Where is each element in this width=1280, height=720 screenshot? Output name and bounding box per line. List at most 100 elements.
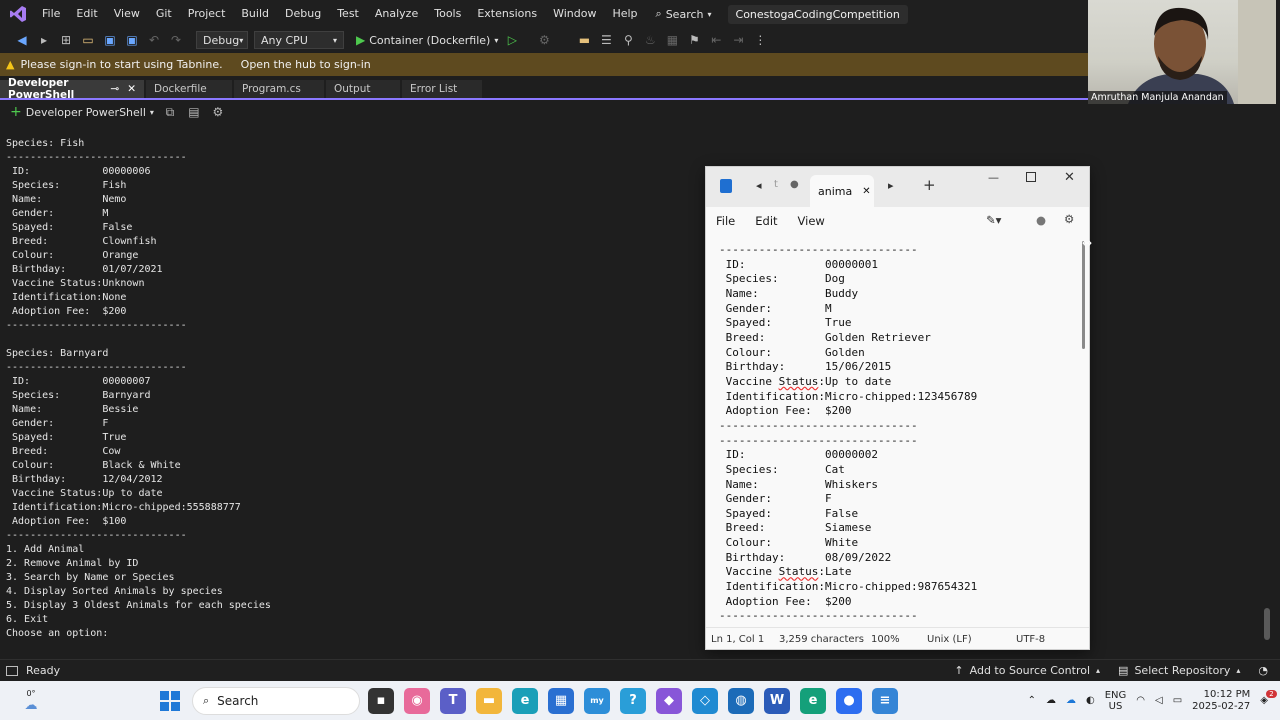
hot-reload-icon[interactable]: ♨	[642, 32, 658, 48]
terminal-scrollbar[interactable]	[1262, 124, 1272, 644]
save-icon[interactable]: ▣	[102, 32, 118, 48]
security-icon[interactable]: ◐	[1086, 695, 1095, 706]
mysql-icon[interactable]: my	[584, 687, 610, 714]
encoding[interactable]: UTF-8	[1016, 634, 1045, 645]
tab-developer-powershell[interactable]: Developer PowerShell ⊸ ✕	[0, 77, 144, 101]
notepad-menu-file[interactable]: File	[716, 214, 735, 228]
overflow-icon[interactable]: ⋮	[752, 32, 768, 48]
menu-analyze[interactable]: Analyze	[367, 0, 426, 28]
maximize-icon[interactable]	[1026, 172, 1036, 182]
back-icon[interactable]: ◀	[14, 32, 30, 48]
bookmark-icon[interactable]: ⚑	[686, 32, 702, 48]
platform-dropdown[interactable]: Any CPU ▾	[254, 31, 344, 49]
copilot-icon[interactable]: ◉	[404, 687, 430, 714]
vscode-icon[interactable]: ◇	[692, 687, 718, 714]
file-explorer-icon[interactable]: ▪	[368, 687, 394, 714]
save-all-icon[interactable]: ▣	[124, 32, 140, 48]
new-terminal-dropdown[interactable]: + Developer PowerShell ▾	[10, 104, 154, 120]
forward-icon[interactable]: ▸	[36, 32, 52, 48]
menu-project[interactable]: Project	[180, 0, 234, 28]
teams-icon[interactable]: T	[440, 687, 466, 714]
visual-studio-icon[interactable]: ◆	[656, 687, 682, 714]
attach-icon[interactable]: ⚙	[536, 32, 552, 48]
menu-tools[interactable]: Tools	[426, 0, 469, 28]
new-tab-icon[interactable]: +	[923, 176, 936, 194]
terminal-output[interactable]: Species: Fish ---------------------------…	[6, 137, 706, 647]
menu-extensions[interactable]: Extensions	[469, 0, 545, 28]
output-icon[interactable]	[6, 665, 18, 676]
notification-center[interactable]: ◈ 2	[1260, 690, 1277, 706]
add-to-source-control[interactable]: ↑ Add to Source Control ▴	[954, 664, 1100, 677]
bookmark-next-icon[interactable]: ⇥	[730, 32, 746, 48]
wifi-icon[interactable]: ◠	[1136, 695, 1145, 706]
edge-dev-icon[interactable]: e	[800, 687, 826, 714]
new-project-icon[interactable]: ⊞	[58, 32, 74, 48]
tab-output[interactable]: Output	[326, 80, 400, 98]
start-without-debugging-icon[interactable]: ▷	[504, 32, 520, 48]
run-button[interactable]: ▶ Container (Dockerfile) ▾	[356, 33, 498, 47]
select-repository[interactable]: ▤ Select Repository ▴	[1118, 664, 1240, 677]
weather-widget[interactable]: 0° ☁	[18, 689, 44, 713]
search-button[interactable]: ⌕ Search ▾	[656, 7, 712, 21]
folder-icon[interactable]: ▬	[576, 32, 592, 48]
copilot-rewrite-icon[interactable]: ✎▾	[986, 213, 1001, 227]
notepad-menu-view[interactable]: View	[798, 214, 825, 228]
notifications-icon[interactable]: ◔	[1258, 664, 1268, 677]
menu-help[interactable]: Help	[604, 0, 645, 28]
redo-icon[interactable]: ↷	[168, 32, 184, 48]
browser-icon[interactable]: ◍	[728, 687, 754, 714]
python-icon[interactable]: ?	[620, 687, 646, 714]
close-window-icon[interactable]: ✕	[1064, 170, 1075, 185]
tab-dockerfile[interactable]: Dockerfile	[146, 80, 232, 98]
menu-file[interactable]: File	[34, 0, 68, 28]
tab-program-cs[interactable]: Program.cs	[234, 80, 324, 98]
edge-icon[interactable]: e	[512, 687, 538, 714]
visual-studio-logo-icon[interactable]	[6, 2, 30, 26]
settings-icon[interactable]: ⚙	[210, 104, 226, 120]
scroll-tabs-right-icon[interactable]: ▸	[888, 179, 894, 192]
zoom-icon[interactable]: ●	[836, 687, 862, 714]
menu-debug[interactable]: Debug	[277, 0, 329, 28]
battery-icon[interactable]: ▭	[1173, 695, 1182, 706]
tray-overflow-icon[interactable]: ⌃	[1028, 695, 1036, 706]
notepad-editor[interactable]: ------------------------------ ID: 00000…	[719, 243, 1079, 617]
zoom-level[interactable]: 100%	[871, 634, 927, 645]
open-hub-link[interactable]: Open the hub to sign-in	[241, 58, 371, 71]
onedrive-icon[interactable]: ☁	[1046, 695, 1056, 706]
menu-git[interactable]: Git	[148, 0, 180, 28]
menu-window[interactable]: Window	[545, 0, 604, 28]
language-indicator[interactable]: ENG US	[1105, 690, 1127, 712]
clock[interactable]: 10:12 PM 2025-02-27	[1192, 689, 1250, 713]
close-icon[interactable]: ✕	[127, 83, 136, 95]
onedrive-business-icon[interactable]: ☁	[1066, 695, 1076, 706]
folder-icon[interactable]: ▬	[476, 687, 502, 714]
previous-tab[interactable]: t	[774, 179, 778, 190]
notepad-tab-active[interactable]: anima ✕	[810, 175, 874, 207]
minimize-icon[interactable]: —	[988, 171, 999, 184]
start-button[interactable]	[160, 690, 180, 711]
word-icon[interactable]: W	[764, 687, 790, 714]
menu-build[interactable]: Build	[233, 0, 277, 28]
tab-error-list[interactable]: Error List	[402, 80, 482, 98]
scrollbar-thumb[interactable]	[1082, 241, 1085, 349]
pin-icon[interactable]: ⊸	[110, 83, 119, 95]
menu-view[interactable]: View	[106, 0, 148, 28]
notepad-menu-edit[interactable]: Edit	[755, 214, 777, 228]
settings-icon[interactable]: ⚙	[1064, 212, 1074, 226]
notepad-scrollbar[interactable]	[1082, 239, 1086, 619]
scrollbar-thumb[interactable]	[1264, 608, 1270, 640]
configuration-dropdown[interactable]: Debug ▾	[196, 31, 248, 49]
menu-test[interactable]: Test	[329, 0, 367, 28]
copy-icon[interactable]: ⧉	[162, 104, 178, 120]
filter-icon[interactable]: ⚲	[620, 32, 636, 48]
line-ending[interactable]: Unix (LF)	[927, 634, 1016, 645]
scroll-tabs-left-icon[interactable]: ◂	[756, 179, 762, 192]
comment-icon[interactable]: ▦	[664, 32, 680, 48]
account-icon[interactable]: ●	[1036, 213, 1046, 227]
menu-edit[interactable]: Edit	[68, 0, 105, 28]
store-icon[interactable]: ▦	[548, 687, 574, 714]
layout-icon[interactable]: ☰	[598, 32, 614, 48]
volume-icon[interactable]: ◁	[1155, 695, 1163, 706]
taskbar-search[interactable]: ⌕ Search	[192, 686, 360, 715]
paste-icon[interactable]: ▤	[186, 104, 202, 120]
